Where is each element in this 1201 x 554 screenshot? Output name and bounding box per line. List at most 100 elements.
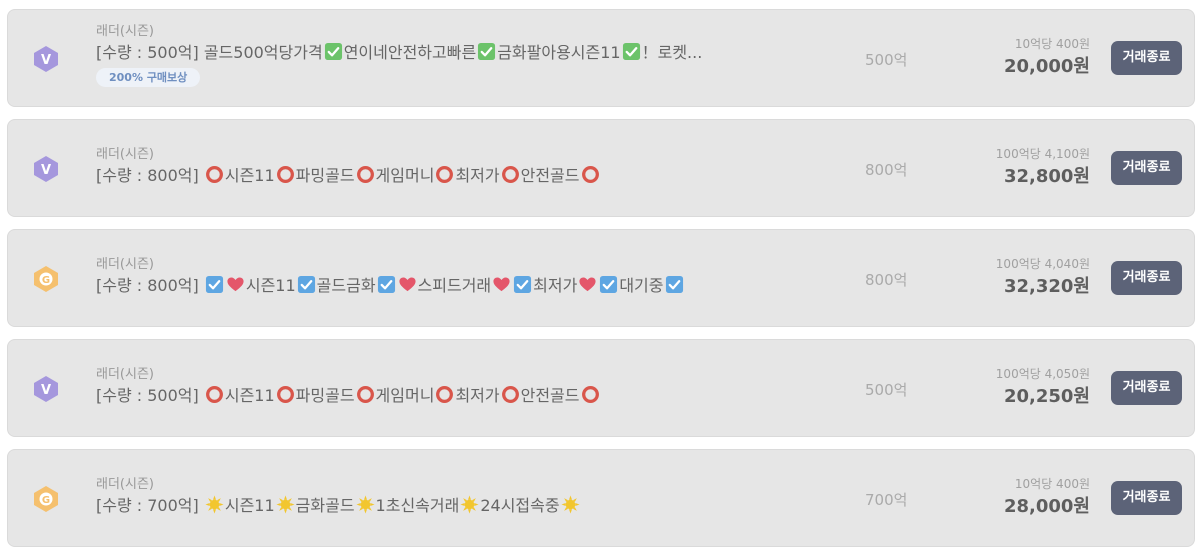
title-text: 스피드거래 bbox=[417, 276, 492, 295]
check-blue-icon bbox=[297, 275, 316, 294]
total-price: 32,320원 bbox=[1003, 276, 1090, 297]
listing-title-link[interactable]: [수량 : 800억] 시즌11 파밍골드 게임머니 최저가 안전골드 bbox=[96, 165, 764, 187]
svg-text:G: G bbox=[42, 495, 50, 506]
listing-info: 래더(시즌) [수량 : 500억] 시즌11 파밍골드 게임머니 최저가 안전골드 bbox=[96, 366, 764, 407]
title-text: 게임머니 bbox=[375, 386, 435, 405]
category-label: 래더(시즌) bbox=[96, 24, 154, 39]
red-ring-icon bbox=[205, 385, 224, 404]
reward-tag: 200% 구매보상 bbox=[96, 68, 201, 87]
red-ring-icon bbox=[581, 385, 600, 404]
listing-card[interactable]: G 래더(시즌) [수량 : 800억] 시즌11 골드금화 스피드거래 최저가 대기중 80… bbox=[7, 229, 1195, 327]
sun-icon bbox=[276, 495, 295, 514]
title-text: [수량 : 500억] bbox=[96, 386, 204, 405]
title-text: [수량 : 800억] bbox=[96, 166, 204, 185]
g-badge-icon: G bbox=[32, 265, 60, 293]
red-ring-icon bbox=[435, 385, 454, 404]
v-badge-icon: V bbox=[32, 155, 60, 183]
check-green-icon bbox=[477, 42, 496, 61]
title-text: 안전골드 bbox=[520, 386, 580, 405]
title-text: 최저가 bbox=[455, 386, 500, 405]
check-green-icon bbox=[324, 42, 343, 61]
listing-info: 래더(시즌) [수량 : 800억] 시즌11 파밍골드 게임머니 최저가 안전골드 bbox=[96, 146, 764, 187]
sun-icon bbox=[460, 495, 479, 514]
trade-closed-button[interactable]: 거래종료 bbox=[1111, 151, 1182, 185]
price-box: 100억당 4,050원 20,250원 bbox=[870, 366, 1090, 410]
svg-text:V: V bbox=[41, 383, 51, 398]
heart-icon bbox=[578, 275, 597, 294]
red-ring-icon bbox=[276, 385, 295, 404]
title-text: 금화골드 bbox=[295, 496, 355, 515]
svg-text:G: G bbox=[42, 275, 50, 286]
title-text: 대기중 bbox=[619, 276, 664, 295]
check-green-icon bbox=[622, 42, 641, 61]
trade-closed-button[interactable]: 거래종료 bbox=[1111, 371, 1182, 405]
price-box: 10억당 400원 20,000원 bbox=[870, 36, 1090, 80]
category-label: 래더(시즌) bbox=[96, 147, 154, 162]
title-text: [수량 : 700억] bbox=[96, 496, 204, 515]
red-ring-icon bbox=[276, 165, 295, 184]
category-label: 래더(시즌) bbox=[96, 367, 154, 382]
unit-price: 100억당 4,050원 bbox=[995, 367, 1090, 381]
title-text: 시즌11 bbox=[245, 276, 296, 295]
total-price: 28,000원 bbox=[1003, 496, 1090, 517]
price-box: 100억당 4,040원 32,320원 bbox=[870, 256, 1090, 300]
listing-card[interactable]: G 래더(시즌) [수량 : 700억] 시즌11 금화골드 1초신속거래 24시접속중 7… bbox=[7, 449, 1195, 547]
red-ring-icon bbox=[501, 165, 520, 184]
listing-card[interactable]: V 래더(시즌) [수량 : 800억] 시즌11 파밍골드 게임머니 최저가 안전골드 80… bbox=[7, 119, 1195, 217]
total-price: 20,000원 bbox=[1003, 56, 1090, 77]
title-text: [수량 : 500억] 골드500억당가격 bbox=[96, 43, 323, 62]
title-text: 파밍골드 bbox=[295, 386, 355, 405]
red-ring-icon bbox=[356, 385, 375, 404]
sun-icon bbox=[561, 495, 580, 514]
unit-price: 10억당 400원 bbox=[1014, 477, 1090, 491]
category-label: 래더(시즌) bbox=[96, 257, 154, 272]
total-price: 20,250원 bbox=[1003, 386, 1090, 407]
title-text: 최저가 bbox=[455, 166, 500, 185]
check-blue-icon bbox=[599, 275, 618, 294]
title-text: 안전골드 bbox=[520, 166, 580, 185]
listing-title-link[interactable]: [수량 : 500억] 골드500억당가격 연이네안전하고빠른 금화팔아용시즌11 ！… bbox=[96, 42, 764, 64]
red-ring-icon bbox=[435, 165, 454, 184]
title-text: [수량 : 800억] bbox=[96, 276, 204, 295]
heart-icon bbox=[226, 275, 245, 294]
heart-icon bbox=[492, 275, 511, 294]
g-badge-icon: G bbox=[32, 485, 60, 513]
red-ring-icon bbox=[581, 165, 600, 184]
listing-card[interactable]: V 래더(시즌) [수량 : 500억] 골드500억당가격 연이네안전하고빠른 금화팔… bbox=[7, 9, 1195, 107]
title-text: 게임머니 bbox=[375, 166, 435, 185]
title-text: 24시접속중 bbox=[480, 496, 560, 515]
trade-closed-button[interactable]: 거래종료 bbox=[1111, 261, 1182, 295]
title-text: 골드금화 bbox=[316, 276, 376, 295]
listing-info: 래더(시즌) [수량 : 500억] 골드500억당가격 연이네안전하고빠른 금화팔아… bbox=[96, 23, 764, 87]
sun-icon bbox=[205, 495, 224, 514]
listing-list: V 래더(시즌) [수량 : 500억] 골드500억당가격 연이네안전하고빠른 금화팔… bbox=[0, 0, 1201, 554]
trade-closed-button[interactable]: 거래종료 bbox=[1111, 481, 1182, 515]
title-text: 금화팔아용시즌11 bbox=[497, 43, 621, 62]
unit-price: 100억당 4,100원 bbox=[995, 147, 1090, 161]
svg-text:V: V bbox=[41, 53, 51, 68]
title-text: 시즌11 bbox=[224, 166, 275, 185]
listing-info: 래더(시즌) [수량 : 700억] 시즌11 금화골드 1초신속거래 24시접속중 bbox=[96, 476, 764, 517]
title-text: 1초신속거래 bbox=[375, 496, 460, 515]
listing-title-link[interactable]: [수량 : 800억] 시즌11 골드금화 스피드거래 최저가 대기중 bbox=[96, 275, 764, 297]
title-text: ！로켓... bbox=[641, 43, 703, 62]
red-ring-icon bbox=[205, 165, 224, 184]
v-badge-icon: V bbox=[32, 375, 60, 403]
check-blue-icon bbox=[513, 275, 532, 294]
unit-price: 10억당 400원 bbox=[1014, 37, 1090, 51]
red-ring-icon bbox=[501, 385, 520, 404]
check-blue-icon bbox=[665, 275, 684, 294]
price-box: 10억당 400원 28,000원 bbox=[870, 476, 1090, 520]
v-badge-icon: V bbox=[32, 45, 60, 73]
listing-card[interactable]: V 래더(시즌) [수량 : 500억] 시즌11 파밍골드 게임머니 최저가 안전골드 50… bbox=[7, 339, 1195, 437]
listing-title-link[interactable]: [수량 : 500억] 시즌11 파밍골드 게임머니 최저가 안전골드 bbox=[96, 385, 764, 407]
total-price: 32,800원 bbox=[1003, 166, 1090, 187]
title-text: 시즌11 bbox=[224, 496, 275, 515]
category-label: 래더(시즌) bbox=[96, 477, 154, 492]
listing-title-link[interactable]: [수량 : 700억] 시즌11 금화골드 1초신속거래 24시접속중 bbox=[96, 495, 764, 517]
check-blue-icon bbox=[205, 275, 224, 294]
title-text: 파밍골드 bbox=[295, 166, 355, 185]
title-text: 시즌11 bbox=[224, 386, 275, 405]
title-text: 최저가 bbox=[533, 276, 578, 295]
trade-closed-button[interactable]: 거래종료 bbox=[1111, 41, 1182, 75]
